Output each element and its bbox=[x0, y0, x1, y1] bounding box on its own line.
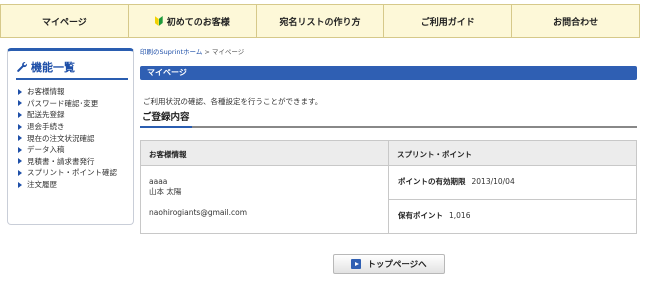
wrench-icon bbox=[17, 62, 28, 72]
triangle-bullet-icon bbox=[18, 88, 22, 95]
points-header: スプリント・ポイント bbox=[389, 141, 636, 166]
triangle-bullet-icon bbox=[18, 158, 22, 165]
section-heading: ご登録内容 bbox=[140, 110, 637, 128]
points-column: スプリント・ポイント ポイントの有効期限 2013/10/04 保有ポイント 1,0… bbox=[388, 141, 636, 233]
sidebar-item-shipping[interactable]: 配送先登録 bbox=[18, 109, 133, 121]
nav-guide[interactable]: ご利用ガイド bbox=[383, 5, 511, 37]
sidebar-item-label: データ入稿 bbox=[27, 145, 65, 155]
triangle-bullet-icon bbox=[18, 169, 22, 176]
sidebar-item-label: お客様情報 bbox=[27, 87, 65, 97]
nav-label: 宛名リストの作り方 bbox=[279, 17, 361, 28]
breadcrumb-home-link[interactable]: 印刷のSuprintホーム bbox=[140, 48, 202, 56]
sidebar-item-label: 現在の注文状況確認 bbox=[27, 133, 95, 143]
customer-company: aaaa bbox=[149, 177, 168, 186]
breadcrumb-separator: > bbox=[202, 48, 212, 56]
sidebar-title-label: 機能一覧 bbox=[31, 61, 75, 74]
nav-label: お問合わせ bbox=[553, 17, 599, 28]
customer-info-body: aaaa 山本 太陽 naohirogiants@gmail.com bbox=[141, 166, 388, 218]
sidebar-item-password[interactable]: パスワード確認･変更 bbox=[18, 98, 133, 110]
intro-text: ご利用状況の確認、各種設定を行うことができます。 bbox=[143, 97, 323, 106]
beginner-mark-icon bbox=[154, 16, 163, 26]
sidebar-item-withdraw[interactable]: 退会手続き bbox=[18, 121, 133, 133]
customer-info-header: お客様情報 bbox=[141, 141, 388, 166]
points-expiry-value: 2013/10/04 bbox=[471, 177, 515, 186]
triangle-bullet-icon bbox=[18, 146, 22, 153]
triangle-bullet-icon bbox=[18, 135, 22, 142]
sidebar: 機能一覧 お客様情報 パスワード確認･変更 配送先登録 退会手続き 現在の注文状… bbox=[7, 48, 134, 225]
triangle-bullet-icon bbox=[18, 123, 22, 130]
sidebar-item-order-status[interactable]: 現在の注文状況確認 bbox=[18, 132, 133, 144]
nav-first-time[interactable]: 初めてのお客様 bbox=[127, 5, 256, 37]
triangle-bullet-icon bbox=[18, 181, 22, 188]
sidebar-item-label: 退会手続き bbox=[27, 122, 65, 132]
customer-email: naohirogiants@gmail.com bbox=[149, 208, 248, 217]
page-title: マイページ bbox=[140, 66, 637, 80]
sidebar-item-data-upload[interactable]: データ入稿 bbox=[18, 144, 133, 156]
points-expiry-label: ポイントの有効期限 bbox=[398, 177, 466, 186]
top-page-button-label: トップページへ bbox=[367, 260, 427, 270]
sidebar-item-label: スプリント・ポイント確認 bbox=[27, 168, 117, 178]
points-held-value: 1,016 bbox=[449, 211, 471, 220]
arrow-right-icon bbox=[351, 259, 362, 269]
top-navigation: マイページ 初めてのお客様 宛名リストの作り方 ご利用ガイド お問合わせ bbox=[0, 4, 640, 38]
sidebar-item-points[interactable]: スプリント・ポイント確認 bbox=[18, 167, 133, 179]
nav-contact[interactable]: お問合わせ bbox=[511, 5, 640, 37]
breadcrumb: 印刷のSuprintホーム > マイページ bbox=[140, 46, 244, 56]
sidebar-item-label: 見積書・請求書発行 bbox=[27, 156, 95, 166]
section-heading-label: ご登録内容 bbox=[140, 110, 192, 128]
sidebar-item-order-history[interactable]: 注文履歴 bbox=[18, 179, 133, 191]
sidebar-item-customer-info[interactable]: お客様情報 bbox=[18, 86, 133, 98]
customer-name: 山本 太陽 bbox=[149, 187, 182, 196]
triangle-bullet-icon bbox=[18, 111, 22, 118]
nav-address-list[interactable]: 宛名リストの作り方 bbox=[255, 5, 384, 37]
points-expiry-row: ポイントの有効期限 2013/10/04 bbox=[389, 166, 636, 199]
sidebar-item-label: パスワード確認･変更 bbox=[27, 98, 99, 108]
nav-label: ご利用ガイド bbox=[420, 17, 475, 28]
sidebar-title: 機能一覧 bbox=[16, 59, 128, 80]
sidebar-item-quotes-invoices[interactable]: 見積書・請求書発行 bbox=[18, 156, 133, 168]
triangle-bullet-icon bbox=[18, 100, 22, 107]
nav-mypage[interactable]: マイページ bbox=[0, 5, 128, 37]
nav-label: 初めてのお客様 bbox=[166, 17, 230, 28]
sidebar-item-label: 配送先登録 bbox=[27, 110, 65, 120]
points-held-label: 保有ポイント bbox=[398, 211, 443, 220]
points-held-row: 保有ポイント 1,016 bbox=[389, 199, 636, 232]
sidebar-item-label: 注文履歴 bbox=[27, 180, 57, 190]
customer-info-column: お客様情報 aaaa 山本 太陽 naohirogiants@gmail.com bbox=[141, 141, 388, 233]
top-page-button[interactable]: トップページへ bbox=[333, 254, 445, 274]
registration-table: お客様情報 aaaa 山本 太陽 naohirogiants@gmail.com… bbox=[140, 140, 637, 234]
breadcrumb-current: マイページ bbox=[211, 48, 245, 56]
sidebar-menu: お客様情報 パスワード確認･変更 配送先登録 退会手続き 現在の注文状況確認 デ… bbox=[18, 86, 133, 190]
nav-label: マイページ bbox=[41, 17, 87, 28]
